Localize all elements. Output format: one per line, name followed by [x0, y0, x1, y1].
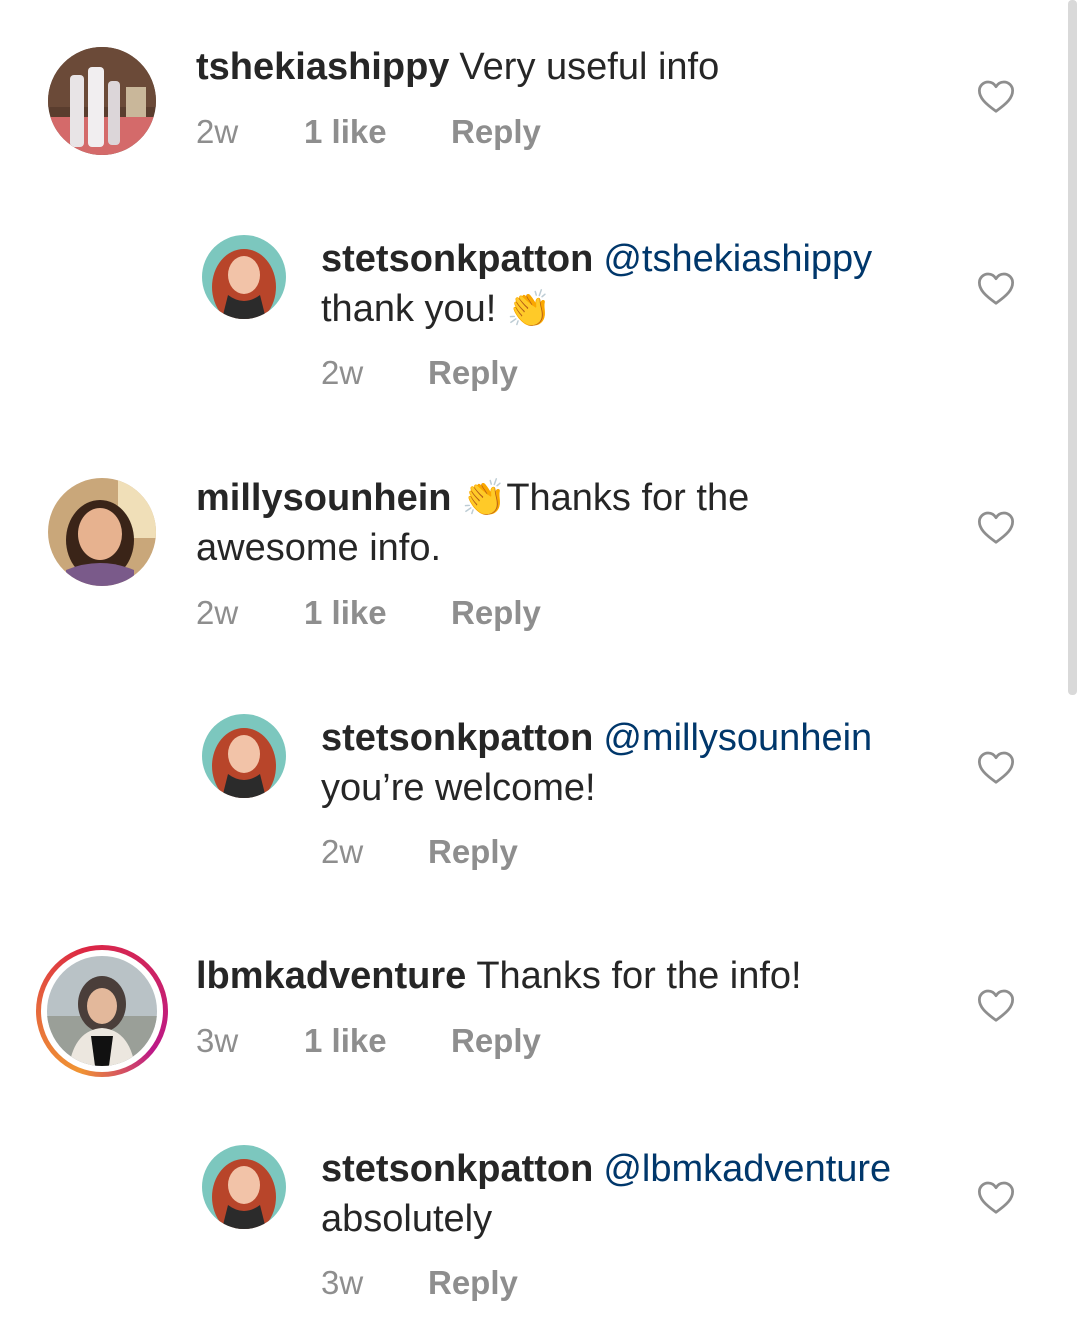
comment-text: tshekiashippy Very useful info [196, 42, 956, 92]
scrollbar[interactable] [1068, 0, 1077, 695]
clapping-hands-emoji: 👏 [506, 288, 552, 329]
comment-body: absolutely [321, 1198, 493, 1240]
comment-meta: 2w Reply [321, 354, 721, 394]
avatar-lbmkadventure[interactable] [47, 956, 157, 1066]
username[interactable]: millysounhein [196, 477, 451, 519]
heart-icon[interactable] [977, 750, 1015, 786]
comment-meta: 2w Reply [321, 833, 721, 873]
comment-meta: 3w Reply [321, 1264, 721, 1304]
heart-icon[interactable] [977, 988, 1015, 1024]
username[interactable]: tshekiashippy [196, 46, 449, 88]
comment-body: you’re welcome! [321, 767, 596, 809]
reply-button[interactable]: Reply [428, 354, 518, 392]
avatar-stetsonkpatton[interactable] [202, 714, 286, 798]
timestamp: 2w [196, 113, 239, 150]
heart-icon[interactable] [977, 79, 1015, 115]
timestamp: 2w [321, 833, 364, 870]
reply-stetsonkpatton-3: stetsonkpatton @lbmkadventure absolutely … [0, 1130, 1077, 1320]
username[interactable]: stetsonkpatton [321, 1148, 593, 1190]
comment-body: thank you! [321, 288, 497, 330]
timestamp: 3w [196, 1022, 239, 1059]
username[interactable]: stetsonkpatton [321, 717, 593, 759]
heart-icon[interactable] [977, 1180, 1015, 1216]
heart-icon[interactable] [977, 510, 1015, 546]
comment-text: stetsonkpatton @lbmkadventure absolutely [321, 1144, 961, 1244]
reply-button[interactable]: Reply [451, 1022, 541, 1060]
comment-text: stetsonkpatton @millysounhein you’re welc… [321, 713, 951, 813]
comment-body: Thanks for the info! [476, 955, 802, 997]
likes-count[interactable]: 1 like [304, 594, 387, 632]
avatar-stetsonkpatton[interactable] [202, 1145, 286, 1229]
username[interactable]: stetsonkpatton [321, 238, 593, 280]
mention-link[interactable]: @millysounhein [603, 717, 872, 759]
avatar-millysounhein[interactable] [48, 478, 156, 586]
clapping-hands-emoji: 👏 [461, 477, 507, 518]
reply-button[interactable]: Reply [428, 1264, 518, 1302]
comment-millysounhein: millysounhein 👏Thanks for the awesome inf… [0, 460, 1077, 660]
reply-button[interactable]: Reply [451, 594, 541, 632]
comment-text: lbmkadventure Thanks for the info! [196, 951, 956, 1001]
comment-text: millysounhein 👏Thanks for the awesome inf… [196, 473, 816, 573]
reply-button[interactable]: Reply [451, 113, 541, 151]
comment-meta: 2w 1 like Reply [196, 113, 696, 153]
likes-count[interactable]: 1 like [304, 1022, 387, 1060]
comment-body: Very useful info [459, 46, 720, 88]
comment-meta: 2w 1 like Reply [196, 594, 696, 634]
heart-icon[interactable] [977, 271, 1015, 307]
avatar-stetsonkpatton[interactable] [202, 235, 286, 319]
reply-stetsonkpatton-2: stetsonkpatton @millysounhein you’re welc… [0, 700, 1077, 890]
mention-link[interactable]: @tshekiashippy [603, 238, 872, 280]
likes-count[interactable]: 1 like [304, 113, 387, 151]
timestamp: 3w [321, 1264, 364, 1301]
comment-tshekiashippy: tshekiashippy Very useful info 2w 1 like … [0, 0, 1077, 180]
comment-lbmkadventure: lbmkadventure Thanks for the info! 3w 1 l… [0, 930, 1077, 1110]
reply-stetsonkpatton-1: stetsonkpatton @tshekiashippy thank you! … [0, 220, 1077, 410]
avatar-tshekiashippy[interactable] [48, 47, 156, 155]
reply-button[interactable]: Reply [428, 833, 518, 871]
username[interactable]: lbmkadventure [196, 955, 466, 997]
timestamp: 2w [321, 354, 364, 391]
comment-text: stetsonkpatton @tshekiashippy thank you! … [321, 234, 951, 334]
mention-link[interactable]: @lbmkadventure [603, 1148, 891, 1190]
comment-meta: 3w 1 like Reply [196, 1022, 696, 1062]
timestamp: 2w [196, 594, 239, 631]
